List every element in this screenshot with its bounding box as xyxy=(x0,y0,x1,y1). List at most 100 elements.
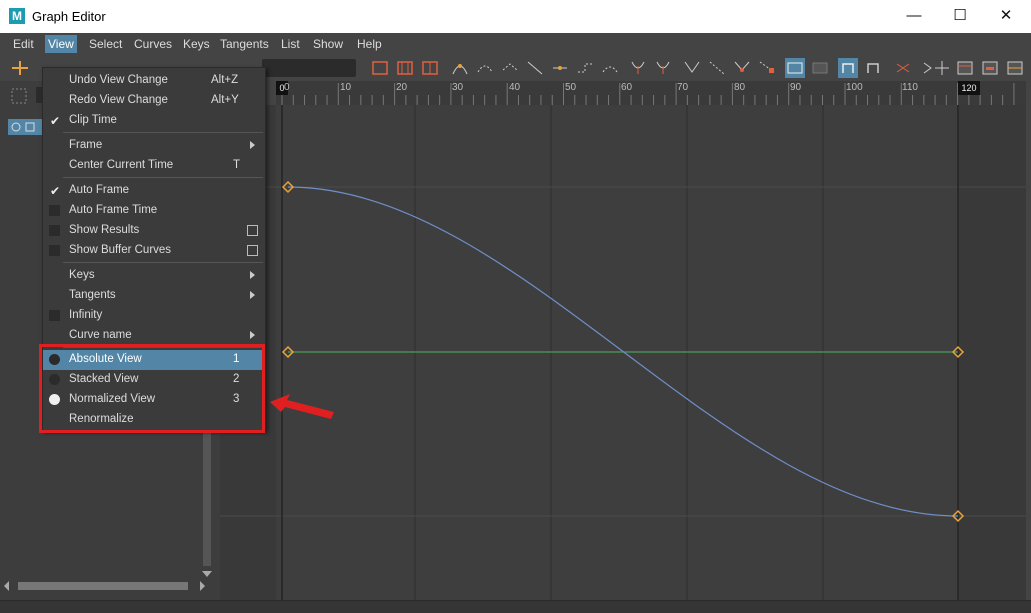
unchecked-box-icon xyxy=(49,205,60,216)
keys-label: Keys xyxy=(69,269,95,281)
swap-buffer-curve-icon[interactable] xyxy=(653,58,673,78)
tick-label-60: 60 xyxy=(621,82,633,93)
infinity-label: Infinity xyxy=(69,309,103,321)
graph-canvas xyxy=(220,105,1026,600)
frame-all-icon[interactable] xyxy=(370,58,390,78)
option-box-icon[interactable] xyxy=(247,225,258,236)
dope-sheet-icon[interactable] xyxy=(955,58,975,78)
annotation-highlight-box xyxy=(39,344,265,433)
buffer-curve-snapshot-icon[interactable] xyxy=(628,58,648,78)
clip-time-label: Clip Time xyxy=(69,114,117,126)
auto-frame-time-label: Auto Frame Time xyxy=(69,204,158,216)
minimize-button[interactable]: — xyxy=(894,4,934,28)
value-snap-icon[interactable] xyxy=(863,58,883,78)
keys-item[interactable]: Keys xyxy=(43,266,265,286)
submenu-arrow-icon xyxy=(250,291,255,299)
spline-tangent-icon[interactable] xyxy=(475,58,495,78)
tick-label-30: 30 xyxy=(452,82,464,93)
menu-show[interactable]: Show xyxy=(313,37,343,51)
auto-frame-item[interactable]: ✔ Auto Frame xyxy=(43,181,265,201)
auto-load-selected-icon[interactable] xyxy=(785,58,805,78)
tangents-item[interactable]: Tangents xyxy=(43,286,265,306)
isolate-curve-icon[interactable] xyxy=(893,58,913,78)
auto-frame-time-item[interactable]: Auto Frame Time xyxy=(43,201,265,221)
center-current-time-item[interactable]: Center Current Time T xyxy=(43,156,265,176)
menu-edit[interactable]: Edit xyxy=(13,37,34,51)
end-frame-marker[interactable]: 120 xyxy=(958,81,980,95)
linear-tangent-icon[interactable] xyxy=(525,58,545,78)
tick-label-40: 40 xyxy=(509,82,521,93)
menu-bar: Edit View Select Curves Keys Tangents Li… xyxy=(0,33,1031,56)
menu-separator xyxy=(63,132,263,133)
load-selected-icon[interactable] xyxy=(810,58,830,78)
outliner-selected-item[interactable] xyxy=(8,119,44,135)
tick-label-90: 90 xyxy=(790,82,802,93)
redo-view-change-shortcut: Alt+Y xyxy=(211,94,239,106)
trax-editor-icon[interactable] xyxy=(980,58,1000,78)
move-key-tool-icon[interactable] xyxy=(10,58,30,78)
checkmark-icon: ✔ xyxy=(50,114,61,128)
frame-playback-range-icon[interactable] xyxy=(420,58,440,78)
move-icon[interactable] xyxy=(932,58,952,78)
break-tangents-icon[interactable] xyxy=(682,58,702,78)
lock-tangent-weight-icon[interactable] xyxy=(757,58,777,78)
infinity-item[interactable]: Infinity xyxy=(43,306,265,326)
annotation-arrow-icon xyxy=(270,394,334,419)
time-ruler[interactable]: 0 120 0 10 20 30 40 50 60 70 80 90 100 1… xyxy=(276,81,1026,106)
maximize-button[interactable]: ☐ xyxy=(940,4,980,28)
tick-label-50: 50 xyxy=(565,82,577,93)
tangents-label: Tangents xyxy=(69,289,116,301)
menu-list[interactable]: List xyxy=(281,37,300,51)
free-tangent-weight-icon[interactable] xyxy=(732,58,752,78)
menu-curves[interactable]: Curves xyxy=(134,37,172,51)
unchecked-box-icon xyxy=(49,245,60,256)
time-snap-icon[interactable] xyxy=(838,58,858,78)
unify-tangents-icon[interactable] xyxy=(707,58,727,78)
menu-tangents[interactable]: Tangents xyxy=(220,37,269,51)
show-buffer-curves-item[interactable]: Show Buffer Curves xyxy=(43,241,265,261)
tick-label-100: 100 xyxy=(846,82,863,93)
menu-separator xyxy=(63,262,263,263)
tick-label-110: 110 xyxy=(902,82,918,93)
frame-selection-icon[interactable] xyxy=(395,58,415,78)
show-results-item[interactable]: Show Results xyxy=(43,221,265,241)
submenu-arrow-icon xyxy=(250,331,255,339)
tick-label-20: 20 xyxy=(396,82,408,93)
undo-view-change-item[interactable]: Undo View Change Alt+Z xyxy=(43,71,265,91)
frame-value-field[interactable] xyxy=(262,59,356,77)
option-box-icon[interactable] xyxy=(247,245,258,256)
graph-view[interactable] xyxy=(220,105,1026,600)
menu-select[interactable]: Select xyxy=(89,37,122,51)
auto-tangent-icon[interactable] xyxy=(450,58,470,78)
show-results-label: Show Results xyxy=(69,224,140,236)
tick-label-10: 10 xyxy=(340,82,352,93)
bottom-status-strip xyxy=(0,600,1031,613)
step-tangent-icon[interactable] xyxy=(575,58,595,78)
checkmark-icon: ✔ xyxy=(50,184,61,198)
flat-tangent-icon[interactable] xyxy=(550,58,570,78)
menu-keys[interactable]: Keys xyxy=(183,37,210,51)
close-button[interactable]: ✕ xyxy=(986,4,1026,28)
center-current-time-shortcut: T xyxy=(233,159,241,171)
submenu-arrow-icon xyxy=(250,271,255,279)
show-buffer-curves-label: Show Buffer Curves xyxy=(69,244,172,256)
time-editor-icon[interactable] xyxy=(1005,58,1025,78)
redo-view-change-item[interactable]: Redo View Change Alt+Y xyxy=(43,91,265,111)
tick-label-0: 0 xyxy=(284,82,290,93)
menu-separator xyxy=(63,177,263,178)
menu-view[interactable]: View xyxy=(45,35,77,53)
clip-time-item[interactable]: ✔ Clip Time xyxy=(43,111,265,131)
clamped-tangent-icon[interactable] xyxy=(500,58,520,78)
curve-name-item[interactable]: Curve name xyxy=(43,326,265,346)
frame-item[interactable]: Frame xyxy=(43,136,265,156)
menu-help[interactable]: Help xyxy=(357,37,382,51)
undo-view-change-label: Undo View Change xyxy=(69,74,168,86)
plateau-tangent-icon[interactable] xyxy=(600,58,620,78)
center-current-time-label: Center Current Time xyxy=(69,159,174,171)
tick-label-80: 80 xyxy=(734,82,746,93)
frame-label: Frame xyxy=(69,139,103,151)
outliner-horizontal-scrollbar[interactable] xyxy=(4,579,210,593)
filter-icon[interactable] xyxy=(10,87,28,105)
curve-name-label: Curve name xyxy=(69,329,132,341)
expand-collapse-icon[interactable] xyxy=(11,122,41,132)
